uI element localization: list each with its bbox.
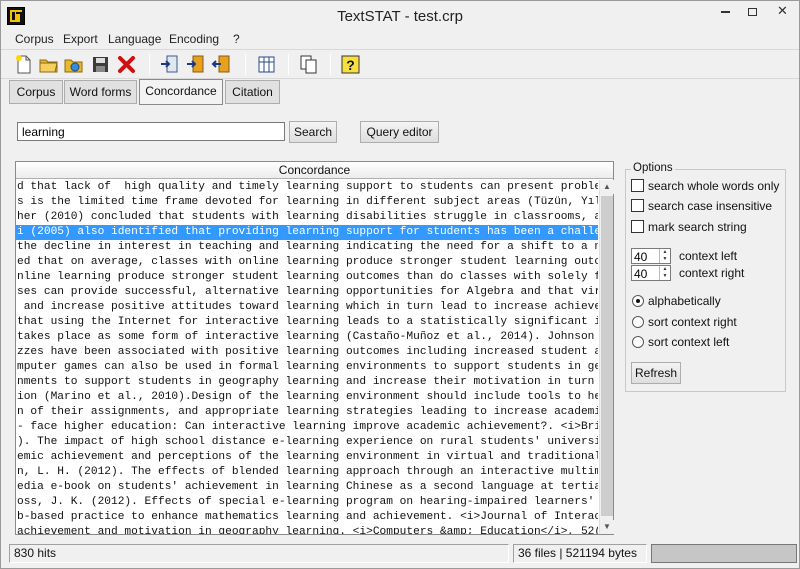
tab-word-forms[interactable]: Word forms <box>64 80 137 104</box>
spinner-arrows-icon[interactable]: ▲ ▼ <box>659 249 670 263</box>
scroll-up-icon[interactable]: ▲ <box>600 180 614 194</box>
title-bar[interactable]: TextSTAT - test.crp ✕ <box>1 1 799 31</box>
svg-text:?: ? <box>346 57 355 73</box>
concordance-line[interactable]: nline learning produce stronger student … <box>16 270 598 285</box>
add-file-icon[interactable] <box>158 53 181 76</box>
concordance-line[interactable]: n of their assignments, and appropriate … <box>16 405 598 420</box>
context-left-label: context left <box>679 249 738 263</box>
sort-context-left-label[interactable]: sort context left <box>648 335 729 349</box>
context-left-value[interactable]: 40 <box>634 250 647 264</box>
maximize-icon <box>748 7 757 16</box>
search-button[interactable]: Search <box>289 121 337 143</box>
mark-search-label[interactable]: mark search string <box>648 220 747 234</box>
menu-help[interactable]: ? <box>233 32 240 46</box>
concordance-line[interactable]: nments to support students in geography … <box>16 375 598 390</box>
minimize-icon <box>721 10 730 13</box>
status-files: 36 files | 521194 bytes <box>513 544 647 563</box>
spinner-arrows-icon[interactable]: ▲ ▼ <box>659 266 670 280</box>
scroll-down-icon[interactable]: ▼ <box>600 520 614 534</box>
options-group: Options search whole words only search c… <box>625 162 786 392</box>
add-web-icon[interactable] <box>184 53 207 76</box>
menu-encoding[interactable]: Encoding <box>169 32 219 46</box>
concordance-lines[interactable]: d that lack of high quality and timely l… <box>16 180 598 534</box>
concordance-line[interactable]: - face higher education: Can interactive… <box>16 420 598 435</box>
concordance-line[interactable]: her (2010) concluded that students with … <box>16 210 598 225</box>
concordance-line[interactable]: b-based practice to enhance mathematics … <box>16 510 598 525</box>
concordance-line[interactable]: i (2005) also identified that providing … <box>16 225 598 240</box>
concordance-line[interactable]: d that lack of high quality and timely l… <box>16 180 598 195</box>
progress-bar <box>651 544 797 563</box>
concordance-line[interactable]: ion (Marino et al., 2010).Design of the … <box>16 390 598 405</box>
context-right-label: context right <box>679 266 745 280</box>
new-corpus-icon[interactable] <box>12 53 35 76</box>
concordance-line[interactable]: oss, J. K. (2012). Effects of special e-… <box>16 495 598 510</box>
context-left-spinner[interactable]: 40 ▲ ▼ <box>631 248 671 264</box>
scroll-thumb[interactable] <box>601 196 613 516</box>
tab-citation[interactable]: Citation <box>225 80 280 104</box>
open-folder-icon[interactable] <box>62 53 85 76</box>
sort-context-right-radio[interactable] <box>632 316 644 328</box>
concordance-line[interactable]: takes place as some form of interactive … <box>16 330 598 345</box>
toolbar-separator <box>245 54 246 75</box>
menu-corpus[interactable]: Corpus <box>15 32 54 46</box>
delete-icon[interactable] <box>115 53 138 76</box>
status-bar: 830 hits 36 files | 521194 bytes <box>1 541 799 568</box>
menu-language[interactable]: Language <box>108 32 161 46</box>
app-window: TextSTAT - test.crp ✕ Corpus Export Lang… <box>0 0 800 569</box>
concordance-line[interactable]: ses can provide successful, alternative … <box>16 285 598 300</box>
whole-words-label[interactable]: search whole words only <box>648 179 779 193</box>
concordance-line[interactable]: n, L. H. (2012). The effects of blended … <box>16 465 598 480</box>
sort-alphabetically-radio[interactable] <box>632 295 644 307</box>
close-window-button[interactable]: ✕ <box>766 1 799 22</box>
columns-icon[interactable] <box>255 53 278 76</box>
case-insensitive-checkbox[interactable] <box>631 199 644 212</box>
sort-alphabetically-label[interactable]: alphabetically <box>648 294 721 308</box>
tab-bar: Corpus Word forms Concordance Citation <box>1 79 799 105</box>
menu-bar: Corpus Export Language Encoding ? <box>1 31 799 49</box>
options-legend: Options <box>631 162 675 174</box>
concordance-line[interactable]: the decline in interest in teaching and … <box>16 240 598 255</box>
concordance-line[interactable]: zzes have been associated with positive … <box>16 345 598 360</box>
search-input[interactable] <box>17 122 285 141</box>
case-insensitive-label[interactable]: search case insensitive <box>648 199 772 213</box>
toolbar: ? <box>1 49 799 79</box>
help-icon[interactable]: ? <box>339 53 362 76</box>
concordance-line[interactable]: achievement and motivation in geography … <box>16 525 598 534</box>
context-right-spinner[interactable]: 40 ▲ ▼ <box>631 265 671 281</box>
status-hits: 830 hits <box>9 544 509 563</box>
mark-search-checkbox[interactable] <box>631 220 644 233</box>
concordance-line[interactable]: ). The impact of high school distance e-… <box>16 435 598 450</box>
concordance-line[interactable]: edia e-book on students' achievement in … <box>16 480 598 495</box>
window-title: TextSTAT - test.crp <box>337 8 463 25</box>
concordance-line[interactable]: emic achievement and perceptions of the … <box>16 450 598 465</box>
concordance-line[interactable]: s is the limited time frame devoted for … <box>16 195 598 210</box>
remove-file-icon[interactable] <box>210 53 233 76</box>
maximize-button[interactable] <box>739 1 766 22</box>
concordance-line[interactable]: and increase positive attitudes toward l… <box>16 300 598 315</box>
concordance-line[interactable]: mputer games can also be used in formal … <box>16 360 598 375</box>
close-icon: ✕ <box>777 3 788 18</box>
sort-context-right-label[interactable]: sort context right <box>648 315 737 329</box>
concordance-line[interactable]: ed that on average, classes with online … <box>16 255 598 270</box>
whole-words-checkbox[interactable] <box>631 179 644 192</box>
save-icon[interactable] <box>89 53 112 76</box>
query-editor-button[interactable]: Query editor <box>360 121 439 143</box>
toolbar-separator <box>330 54 331 75</box>
copy-icon[interactable] <box>297 53 320 76</box>
toolbar-separator <box>288 54 289 75</box>
concordance-line[interactable]: that using the Internet for interactive … <box>16 315 598 330</box>
tab-corpus[interactable]: Corpus <box>9 80 63 104</box>
menu-export[interactable]: Export <box>63 32 98 46</box>
concordance-panel: Concordance d that lack of high quality … <box>15 161 614 535</box>
minimize-button[interactable] <box>712 1 739 22</box>
context-right-value[interactable]: 40 <box>634 267 647 281</box>
concordance-header[interactable]: Concordance <box>16 162 613 179</box>
vertical-scrollbar[interactable]: ▲ ▼ <box>599 180 614 534</box>
tab-concordance[interactable]: Concordance <box>139 79 223 105</box>
toolbar-separator <box>149 54 150 75</box>
open-corpus-icon[interactable] <box>37 53 60 76</box>
refresh-button[interactable]: Refresh <box>631 362 681 384</box>
sort-context-left-radio[interactable] <box>632 336 644 348</box>
